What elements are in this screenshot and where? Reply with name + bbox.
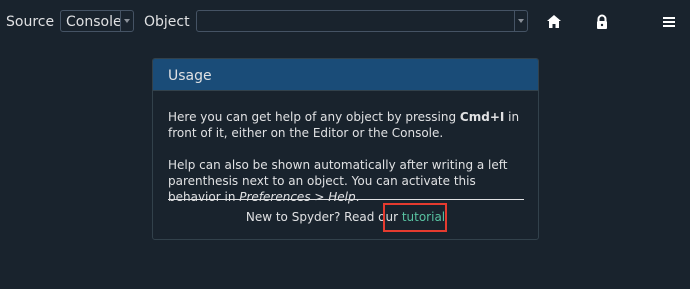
options-menu-button[interactable] [659, 12, 679, 32]
keyboard-shortcut: Cmd+I [459, 110, 505, 124]
auto-help-description: Help can also be shown automatically aft… [168, 157, 528, 205]
lock-icon [597, 14, 607, 29]
usage-panel: Usage Here you can get help of any objec… [152, 58, 539, 240]
chevron-down-icon[interactable] [120, 11, 133, 31]
usage-instructions: Here you can get help of any object by p… [168, 109, 528, 141]
preferences-path: Preferences > Help [239, 190, 356, 204]
object-combobox[interactable] [196, 10, 528, 32]
source-combobox-value: Console [66, 14, 122, 30]
auto-help-period: . [355, 190, 360, 204]
help-toolbar: Source Console Object [0, 0, 690, 44]
source-label: Source [6, 14, 55, 30]
usage-title: Usage [168, 68, 212, 84]
home-button[interactable] [544, 12, 564, 32]
divider [168, 199, 524, 200]
tutorial-footer: New to Spyder? Read our tutorial [153, 210, 538, 224]
chevron-down-icon[interactable] [514, 11, 527, 31]
usage-instructions-text: Here you can get help of any object by p… [168, 110, 460, 124]
source-combobox[interactable]: Console [60, 10, 134, 32]
object-label: Object [144, 14, 190, 30]
hamburger-menu-icon [663, 17, 675, 27]
home-icon [547, 15, 561, 28]
lock-button[interactable] [592, 12, 612, 32]
tutorial-prompt: New to Spyder? Read our [245, 210, 402, 224]
tutorial-highlight-box [383, 203, 447, 232]
